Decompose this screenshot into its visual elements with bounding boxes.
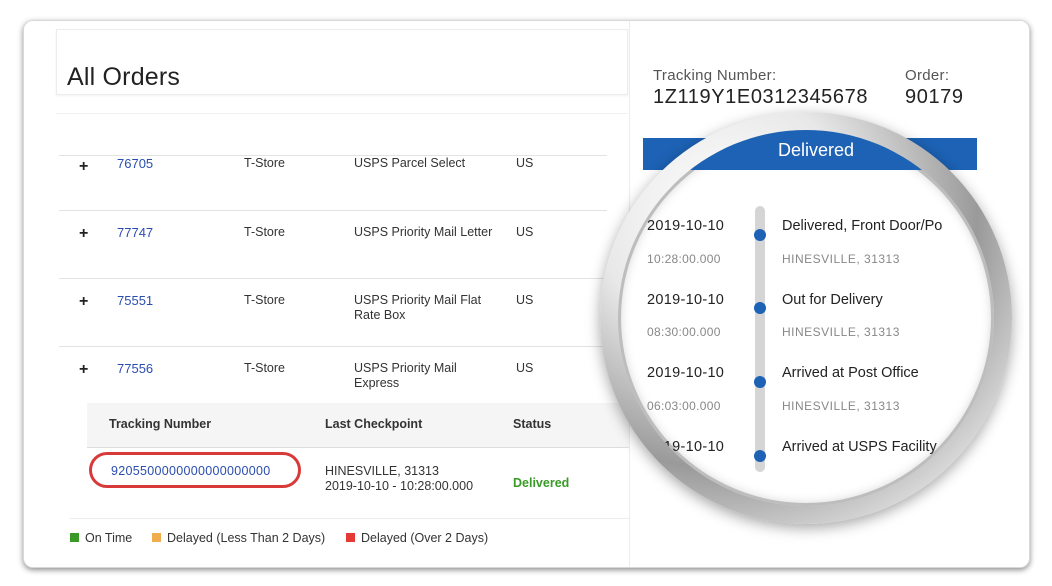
legend-label: On Time (85, 531, 133, 545)
magnified-timeline: Delivered 2019-10-10 10:28:00.000 Delive… (618, 130, 994, 506)
legend-item: On Time (70, 531, 132, 545)
event-location: HINESVILLE, 31313 (782, 325, 900, 339)
order-row[interactable]: + 77556 T-Store USPS Priority Mail Expre… (59, 346, 607, 403)
event-date: 2019-10-10 (647, 218, 725, 234)
event-date: 2019-10-10 (647, 365, 725, 381)
order-store: T-Store (244, 361, 285, 375)
tracking-row: 9205500000000000000000 HINESVILLE, 31313… (87, 448, 629, 515)
event-description: Arrived at Post Office (782, 365, 919, 381)
order-shipping-method: USPS Parcel Select (354, 156, 466, 170)
orders-panel: All Orders + 76705 T-Store USPS Parcel S… (24, 21, 630, 567)
event-date: 2019-10-10 (647, 292, 725, 308)
tracking-number-label: Tracking Number: (653, 67, 777, 84)
toolbar-strip (56, 113, 628, 117)
event-description: Out for Delivery (782, 292, 883, 308)
legend-swatch-icon (70, 533, 79, 542)
order-country: US (516, 293, 534, 307)
expand-plus-icon[interactable]: + (79, 158, 88, 176)
tracking-table: Tracking Number Last Checkpoint Status 9… (87, 403, 629, 515)
magnified-status-banner: Delivered (618, 130, 994, 170)
order-store: T-Store (244, 225, 285, 239)
legend-item: Delayed (Less Than 2 Days) (152, 531, 325, 545)
order-country: US (516, 361, 534, 375)
order-store: T-Store (244, 293, 285, 307)
expand-plus-icon[interactable]: + (79, 361, 88, 379)
legend-swatch-icon (152, 533, 161, 542)
legend-label: Delayed (Less Than 2 Days) (167, 531, 326, 545)
legend-item: Delayed (Over 2 Days) (346, 531, 488, 545)
timeline-track (755, 206, 765, 472)
timeline-dot-icon (754, 302, 766, 314)
order-store: T-Store (244, 156, 285, 170)
timeline-dot-icon (754, 450, 766, 462)
event-description: Arrived at USPS Facility (782, 439, 937, 455)
highlight-ring (89, 452, 301, 488)
legend-swatch-icon (346, 533, 355, 542)
status-badge: Delivered (513, 476, 570, 490)
magnifier-lens: Delivered 2019-10-10 10:28:00.000 Delive… (600, 112, 1012, 524)
order-id-link[interactable]: 77556 (117, 361, 153, 376)
event-description: Delivered, Front Door/Po (782, 218, 943, 234)
tracking-number-value: 1Z119Y1E0312345678 (653, 86, 869, 108)
order-shipping-method: USPS Priority Mail Flat Rate Box (354, 293, 482, 322)
order-row[interactable]: + 75551 T-Store USPS Priority Mail Flat … (59, 278, 607, 346)
event-location: HINESVILLE, 31313 (782, 252, 900, 266)
order-country: US (516, 225, 534, 239)
checkpoint-time: 2019-10-10 - 10:28:00.000 (325, 479, 474, 493)
title-card: All Orders (56, 29, 628, 95)
order-id-link[interactable]: 75551 (117, 293, 153, 308)
th-tracking-number: Tracking Number (109, 417, 212, 431)
legend-label: Delayed (Over 2 Days) (361, 531, 489, 545)
expand-plus-icon[interactable]: + (79, 293, 88, 311)
event-time: 10:28:00.000 (647, 252, 721, 266)
event-time: 06:03:00.000 (647, 399, 721, 413)
event-date: 2019-10-10 (647, 439, 725, 455)
order-id-link[interactable]: 76705 (117, 156, 153, 171)
order-row[interactable]: + 77747 T-Store USPS Priority Mail Lette… (59, 210, 607, 278)
timeline-dot-icon (754, 229, 766, 241)
status-legend: On Time Delayed (Less Than 2 Days) Delay… (70, 518, 630, 558)
page-title: All Orders (67, 63, 181, 91)
order-shipping-method: USPS Priority Mail Express (354, 361, 457, 390)
th-status: Status (513, 417, 552, 431)
timeline-dot-icon (754, 376, 766, 388)
order-id-link[interactable]: 77747 (117, 225, 153, 240)
event-time: 08:30:00.000 (647, 325, 721, 339)
checkpoint-location: HINESVILLE, 31313 (325, 464, 439, 478)
order-shipping-method: USPS Priority Mail Letter (354, 225, 493, 239)
order-country: US (516, 156, 534, 170)
order-label: Order: (905, 67, 950, 84)
event-location: HINESVILLE, 31313 (782, 399, 900, 413)
th-last-checkpoint: Last Checkpoint (325, 417, 423, 431)
expand-plus-icon[interactable]: + (79, 225, 88, 243)
order-number-value: 90179 (905, 86, 964, 108)
